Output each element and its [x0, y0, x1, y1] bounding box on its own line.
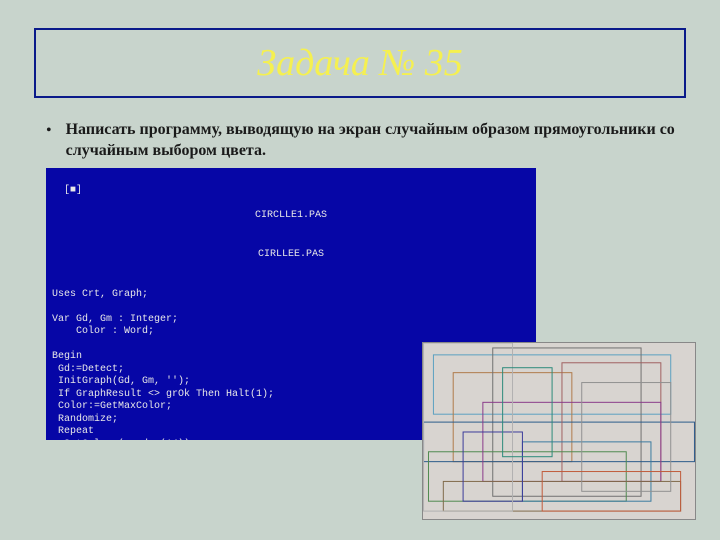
rectangles-svg: [423, 343, 695, 519]
title-text: Задача № 35: [257, 41, 463, 85]
task-text: Написать программу, выводящую на экран с…: [66, 120, 686, 162]
code-filename-2: CIRLLEE.PAS: [52, 249, 530, 262]
title-box: Задача № 35: [34, 28, 686, 98]
code-line-marker: [■]: [64, 185, 82, 196]
bullet-icon: •: [46, 120, 52, 162]
output-graphic: [422, 342, 696, 520]
code-filename-1: CIRCLLE1.PAS: [52, 210, 530, 223]
task-bullet-row: • Написать программу, выводящую на экран…: [46, 120, 686, 162]
